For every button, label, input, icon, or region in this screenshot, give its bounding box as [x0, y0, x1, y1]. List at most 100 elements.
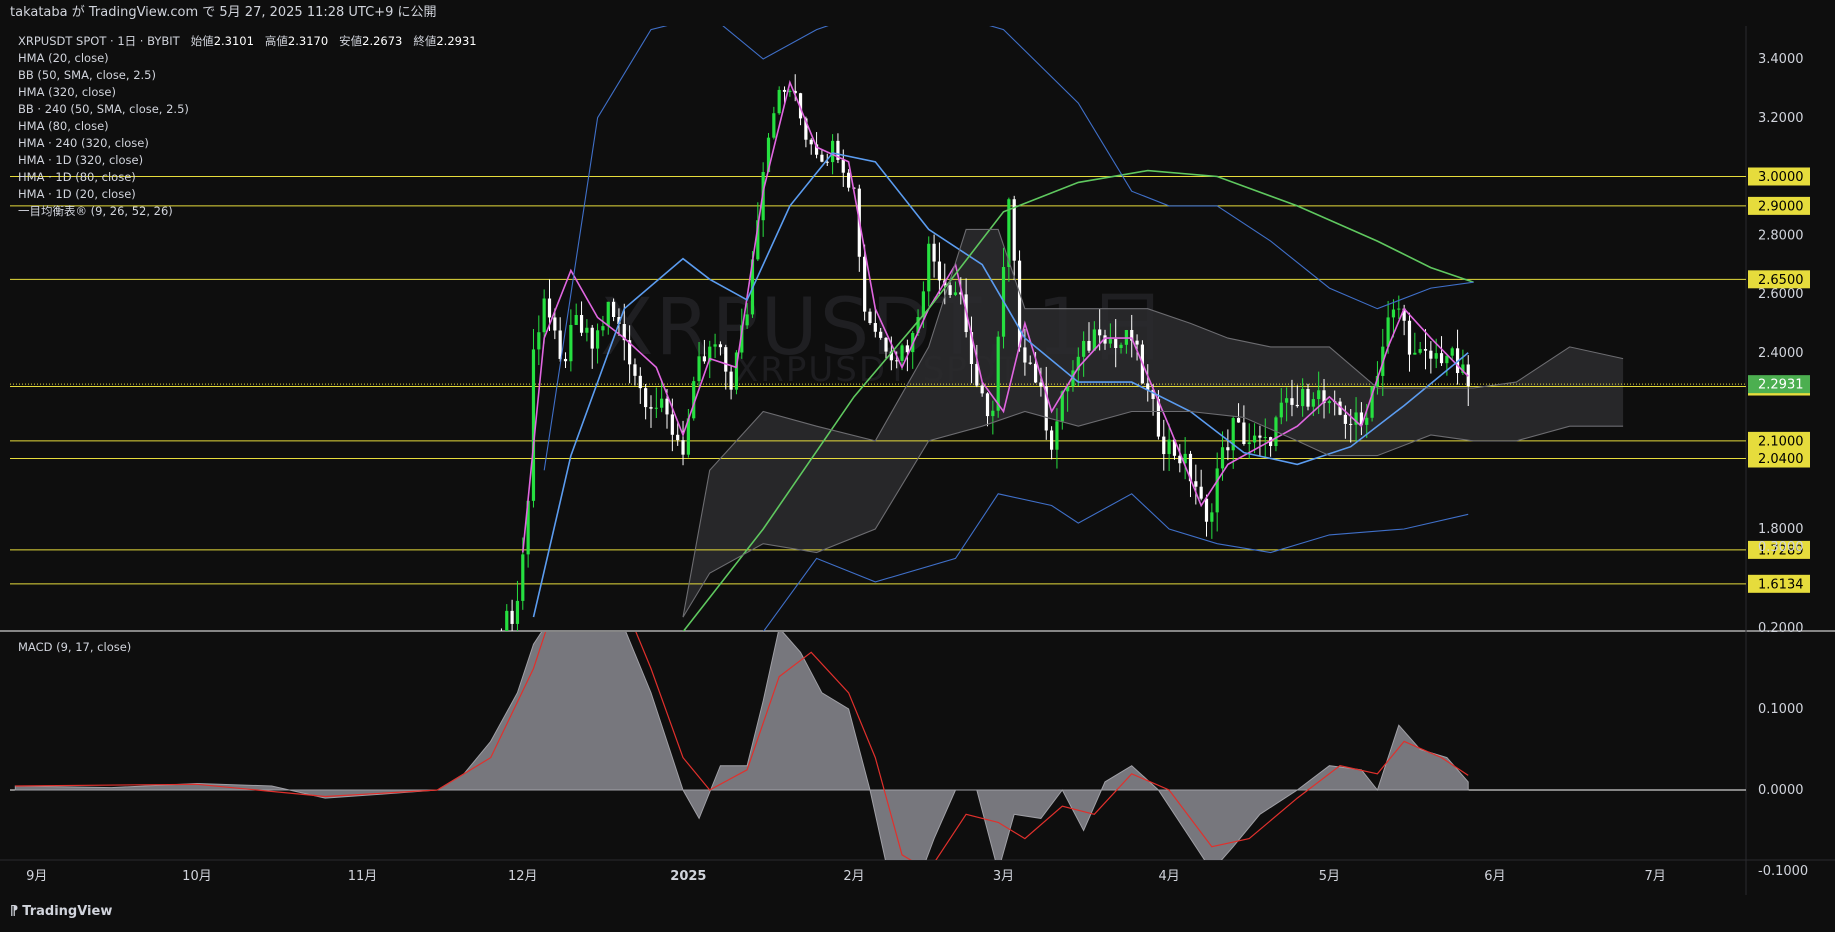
candle-body [937, 261, 942, 281]
candle-body [542, 298, 546, 333]
indicator-hma-1d-320[interactable]: HMA · 1D (320, close) [18, 152, 477, 169]
indicator-legend: XRPUSDT SPOT · 1日 · BYBIT 始値2.3101 高値2.3… [18, 33, 477, 220]
candle-body [953, 292, 958, 295]
tradingview-footer[interactable]: ⁋ TradingView [10, 904, 112, 919]
candle-body [1365, 417, 1369, 425]
candle-body [1423, 349, 1428, 351]
candle-body [847, 172, 851, 188]
candle-body [996, 336, 1000, 411]
macd-legend[interactable]: MACD (9, 17, close) [18, 640, 131, 654]
indicator-hma-20[interactable]: HMA (20, close) [18, 50, 477, 67]
ohlc-high-label: 高値 [264, 34, 288, 48]
candle-body [745, 314, 749, 326]
time-tick-label: 6月 [1484, 869, 1505, 884]
time-tick-label: 4月 [1158, 869, 1179, 884]
price-tick-label: 2.6000 [1758, 287, 1804, 302]
candle-body [547, 298, 552, 318]
time-tick-label: 2月 [843, 869, 864, 884]
symbol-ohlc-line[interactable]: XRPUSDT SPOT · 1日 · BYBIT 始値2.3101 高値2.3… [18, 33, 477, 50]
candle-body [644, 388, 648, 408]
candle-body [1033, 363, 1038, 383]
candle-body [1167, 439, 1171, 455]
candle-body [1039, 382, 1043, 387]
candle-body [676, 434, 680, 441]
candle-body [521, 554, 525, 601]
candle-body [1413, 352, 1417, 355]
current-price-label: 2.2931 [1758, 378, 1804, 393]
candle-body [884, 337, 888, 352]
candle-body [1285, 398, 1289, 403]
candle-body [1327, 401, 1331, 404]
candle-body [1204, 498, 1209, 522]
indicator-hma-1d-20[interactable]: HMA · 1D (20, close) [18, 186, 477, 203]
candle-body [553, 317, 557, 331]
level-badge-label-2: 2.6500 [1758, 273, 1804, 288]
candle-body [1226, 447, 1230, 451]
indicator-hma-240-320[interactable]: HMA · 240 (320, close) [18, 135, 477, 152]
candle-body [782, 89, 787, 92]
candle-body [1108, 339, 1112, 344]
candle-body [1017, 260, 1022, 348]
candle-body [1119, 344, 1123, 349]
candle-body [1236, 418, 1241, 423]
candle-body [777, 89, 781, 114]
indicator-hma-1d-80[interactable]: HMA · 1D (80, close) [18, 169, 477, 186]
indicator-bb-240[interactable]: BB · 240 (50, SMA, close, 2.5) [18, 101, 477, 118]
candle-body [531, 349, 536, 501]
candle-body [1194, 481, 1198, 487]
candle-body [1418, 349, 1422, 353]
candle-body [1055, 421, 1059, 450]
candle-body [905, 345, 909, 353]
candle-body [809, 139, 813, 145]
candle-body [665, 398, 669, 415]
candle-body [879, 331, 883, 338]
macd-tick-label: 0.3000 [1758, 540, 1804, 555]
candle-body [563, 358, 568, 362]
candle-body [681, 440, 685, 455]
candle-body [900, 345, 904, 361]
candle-body [1311, 399, 1315, 407]
candle-body [1317, 390, 1321, 400]
level-badge-label-1: 2.9000 [1758, 199, 1804, 214]
candle-body [980, 385, 984, 394]
macd-tick-label: -0.1000 [1758, 864, 1808, 879]
price-tick-label: 3.4000 [1758, 52, 1804, 67]
candle-body [718, 344, 723, 348]
price-tick-label: 1.8000 [1758, 522, 1804, 537]
candle-body [1242, 422, 1246, 445]
candle-body [1397, 308, 1401, 310]
candle-body [1087, 340, 1091, 351]
indicator-hma-80[interactable]: HMA (80, close) [18, 118, 477, 135]
candle-body [985, 393, 990, 417]
candle-body [1252, 435, 1257, 443]
candle-body [873, 323, 877, 332]
candle-body [633, 364, 637, 376]
candle-body [537, 332, 541, 350]
candle-body [1301, 389, 1305, 407]
candle-body [1098, 329, 1102, 336]
price-tick-label: 2.8000 [1758, 228, 1804, 243]
candle-body [948, 285, 952, 295]
indicator-ichimoku[interactable]: 一目均衡表® (9, 26, 52, 26) [18, 203, 477, 220]
candle-body [1445, 355, 1449, 364]
ohlc-low-value: 2.2673 [362, 34, 403, 48]
candle-body [1263, 437, 1267, 439]
candle-body [895, 360, 899, 362]
indicator-bb[interactable]: BB (50, SMA, close, 2.5) [18, 67, 477, 84]
candle-body [606, 301, 610, 327]
candle-body [1135, 340, 1139, 345]
candle-body [1290, 398, 1294, 405]
candle-body [868, 311, 872, 324]
candle-body [1349, 423, 1353, 425]
candle-body [820, 154, 824, 162]
level-badge-label-4: 2.1000 [1758, 434, 1804, 449]
macd-plot-area [10, 632, 1746, 860]
candle-body [1295, 404, 1299, 407]
ohlc-close-label: 終値 [413, 34, 437, 48]
candle-body [1023, 347, 1027, 363]
candle-body [515, 600, 520, 624]
candle-body [505, 610, 509, 631]
time-tick-label: 7月 [1645, 869, 1666, 884]
candle-body [1439, 353, 1444, 364]
indicator-hma-320[interactable]: HMA (320, close) [18, 84, 477, 101]
